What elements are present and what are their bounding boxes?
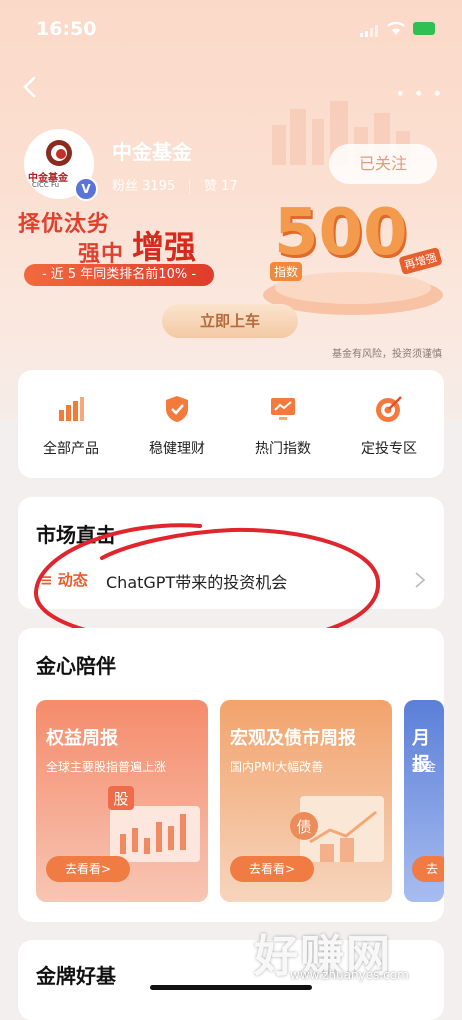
- quick-action-label: 稳健理财: [149, 441, 205, 457]
- companion-section-title: 金心陪伴: [36, 654, 116, 678]
- account-stats: 粉丝 3195 | 赞 17: [112, 179, 238, 194]
- quick-action-steady[interactable]: 稳健理财: [132, 394, 222, 458]
- status-bar: 16:50: [0, 0, 462, 54]
- quick-action-label: 全部产品: [43, 441, 99, 457]
- slogan-strong: 增强: [132, 228, 197, 266]
- bar-chart-icon: [59, 397, 84, 421]
- quick-action-auto-invest[interactable]: 定投专区: [344, 394, 434, 458]
- companion-card: 金心陪伴 权益周报 全球主要股指普遍上涨 股 去看看> 宏观及债市周报 国内PM…: [18, 628, 444, 922]
- quick-action-all-products[interactable]: 全部产品: [26, 394, 116, 458]
- verified-badge: V: [74, 177, 98, 201]
- report-subtitle: 全球主要股指普遍上涨: [46, 760, 167, 774]
- signal-icon: [360, 25, 378, 37]
- art-char: 股: [113, 790, 128, 808]
- report-subtitle: 基金: [412, 760, 437, 774]
- quick-actions-card: 全部产品 稳健理财 热门指数 定投专区: [18, 370, 444, 478]
- rank-badge: - 近 5 年同类排名前10% -: [24, 264, 214, 286]
- watermark-url: www.zhuanyes.com: [290, 968, 409, 982]
- report-subtitle: 国内PMI大幅改善: [230, 760, 324, 774]
- likes-count: 17: [221, 179, 238, 194]
- account-name: 中金基金: [112, 140, 192, 164]
- view-report-button[interactable]: 去看看>: [46, 856, 130, 882]
- report-title: 宏观及债市周报: [230, 728, 356, 749]
- nav-bar: • • •: [0, 70, 462, 106]
- art-char: 债: [296, 818, 311, 836]
- risk-disclaimer: 基金有风险，投资须谨慎: [332, 349, 442, 360]
- shield-icon: [166, 396, 188, 422]
- big-number: 500: [274, 196, 408, 270]
- gold-fund-section-title: 金牌好基: [36, 964, 116, 988]
- quick-action-label: 热门指数: [255, 441, 311, 457]
- report-card-equity[interactable]: 权益周报 全球主要股指普遍上涨 股 去看看>: [36, 700, 208, 902]
- get-on-board-button[interactable]: 立即上车: [162, 304, 298, 338]
- slogan-line-1: 择优汰劣: [18, 212, 111, 237]
- report-card-monthly[interactable]: 月报 基金 去: [404, 700, 444, 902]
- fans-label: 粉丝: [112, 179, 139, 194]
- view-report-button[interactable]: 去看看>: [230, 856, 314, 882]
- home-indicator[interactable]: [150, 985, 312, 990]
- wifi-icon: [387, 21, 405, 35]
- view-report-button[interactable]: 去: [412, 856, 444, 882]
- status-time: 16:50: [36, 18, 97, 40]
- back-arrow-icon[interactable]: [16, 72, 46, 102]
- quick-action-hot-index[interactable]: 热门指数: [238, 394, 328, 458]
- avatar-english-text: CICC Fu: [32, 181, 60, 189]
- banner-slogan[interactable]: 择优汰劣 强中: [18, 210, 124, 270]
- monitor-chart-icon: [271, 398, 295, 420]
- likes-label: 赞: [203, 179, 217, 194]
- target-icon: [376, 396, 402, 422]
- chevron-right-icon[interactable]: [414, 571, 426, 589]
- index-tag: 指数: [270, 262, 303, 281]
- quick-action-label: 定投专区: [361, 441, 417, 457]
- report-card-macro[interactable]: 宏观及债市周报 国内PMI大幅改善 债 去看看>: [220, 700, 392, 902]
- battery-icon: [413, 22, 435, 35]
- more-options-icon[interactable]: • • •: [396, 84, 444, 103]
- fans-count: 3195: [142, 179, 176, 194]
- report-title: 权益周报: [46, 728, 118, 749]
- follow-button[interactable]: 已关注: [329, 144, 437, 184]
